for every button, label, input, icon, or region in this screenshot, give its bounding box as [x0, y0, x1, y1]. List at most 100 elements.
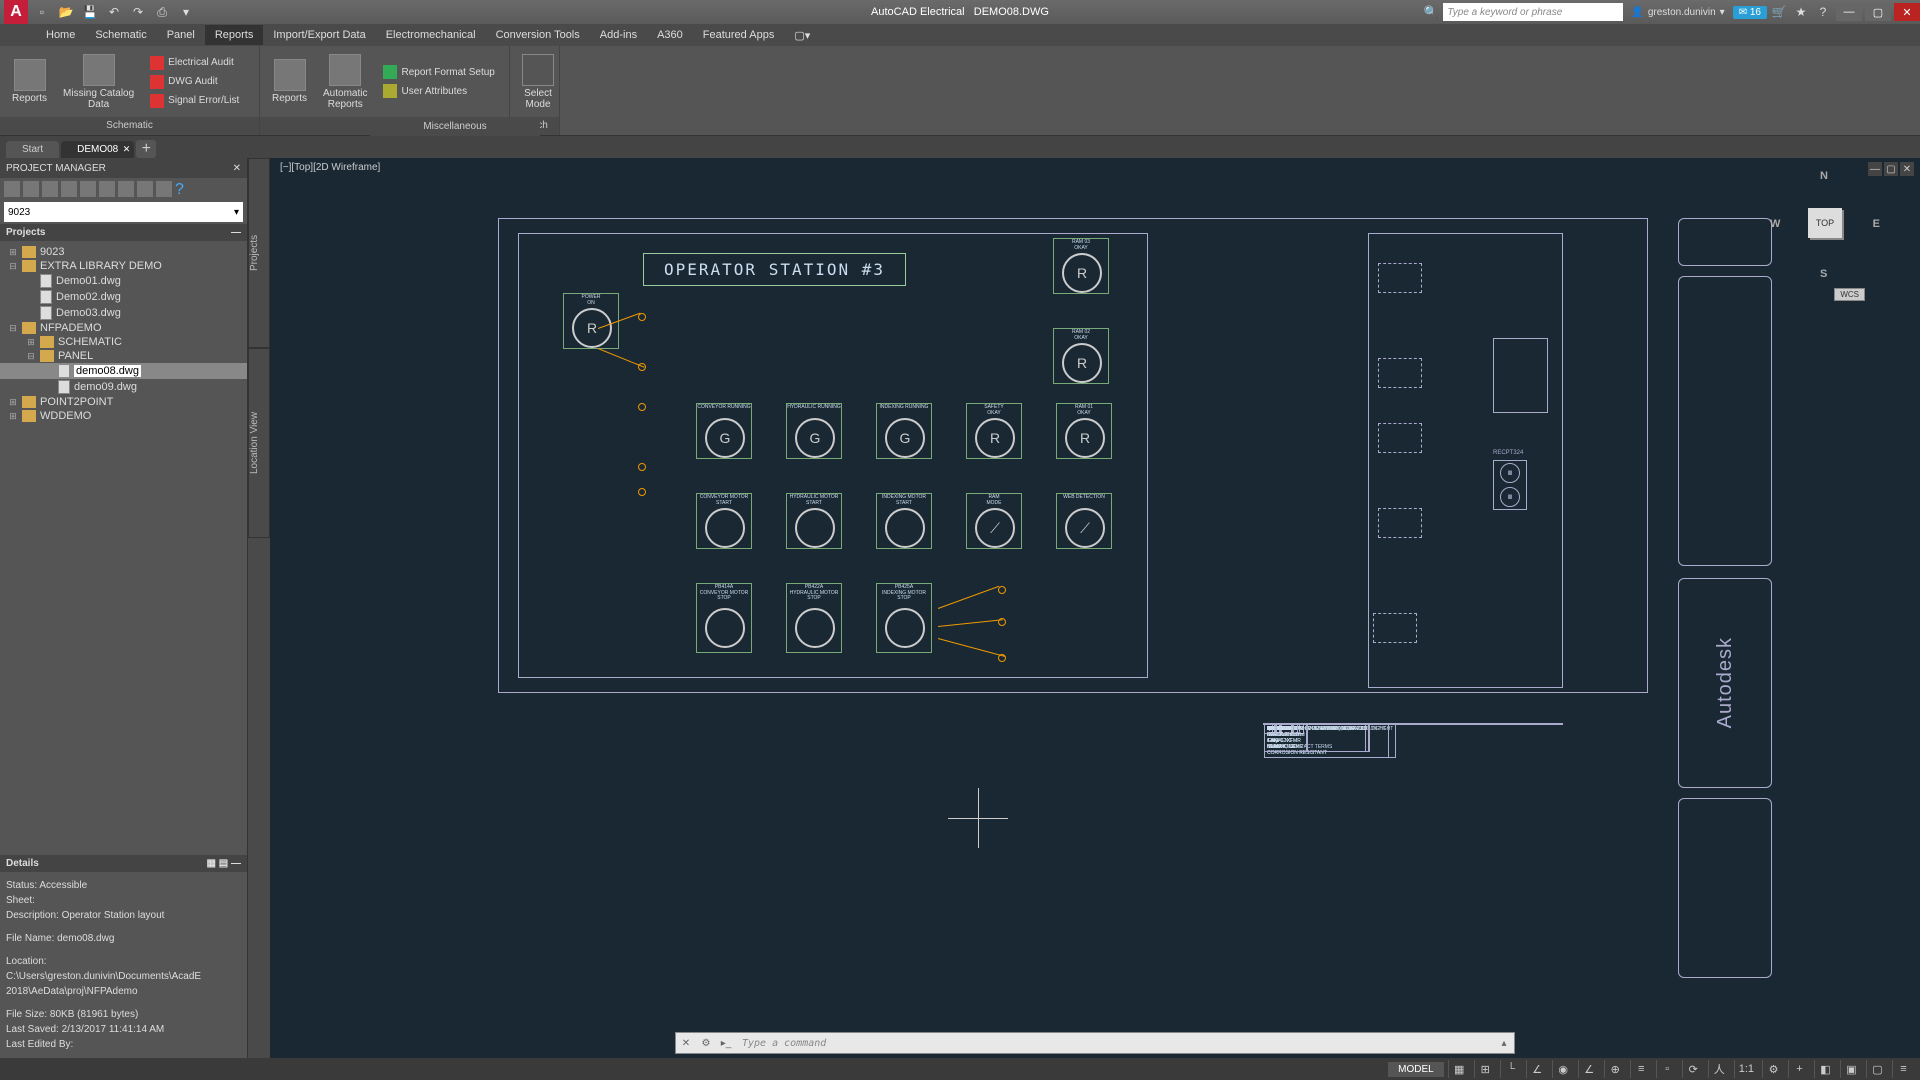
menu-schematic[interactable]: Schematic: [85, 25, 156, 45]
menu-conversion[interactable]: Conversion Tools: [486, 25, 590, 45]
user-badge[interactable]: 👤 greston.dunivin ▾: [1625, 7, 1730, 18]
pm-tool-9[interactable]: [156, 181, 172, 197]
pm-help-icon[interactable]: ?: [175, 181, 191, 197]
status-polar-icon[interactable]: ∠: [1526, 1060, 1548, 1078]
app-logo[interactable]: A: [4, 0, 28, 24]
status-cycle-icon[interactable]: ⟳: [1682, 1060, 1704, 1078]
maximize-button[interactable]: ▢: [1865, 3, 1891, 21]
menu-more-icon[interactable]: ▢▾: [784, 25, 820, 46]
pm-projects-section[interactable]: Projects—: [0, 224, 247, 241]
cmd-options-icon[interactable]: ⚙: [696, 1033, 716, 1053]
menu-featured[interactable]: Featured Apps: [693, 25, 785, 45]
minimize-button[interactable]: —: [1836, 3, 1862, 21]
qat-save-icon[interactable]: 💾: [80, 2, 100, 22]
status-grid-icon[interactable]: ▦: [1448, 1060, 1470, 1078]
cmd-expand-icon[interactable]: ▴: [1494, 1033, 1514, 1053]
command-line[interactable]: ✕ ⚙ ▸_ Type a command ▴: [675, 1032, 1515, 1054]
favorite-icon[interactable]: ★: [1791, 2, 1811, 22]
tree-item[interactable]: ⊞POINT2POINT: [0, 395, 247, 409]
menu-addins[interactable]: Add-ins: [590, 25, 647, 45]
report-format-button[interactable]: Report Format Setup: [379, 63, 498, 81]
tab-close-icon[interactable]: ✕: [123, 144, 131, 155]
menu-electromechanical[interactable]: Electromechanical: [376, 25, 486, 45]
status-plus-icon[interactable]: +: [1788, 1060, 1810, 1078]
qat-new-icon[interactable]: ▫: [32, 2, 52, 22]
pm-tool-3[interactable]: [42, 181, 58, 197]
help-icon[interactable]: ?: [1813, 2, 1833, 22]
status-osnap-icon[interactable]: ◉: [1552, 1060, 1574, 1078]
pm-tool-5[interactable]: [80, 181, 96, 197]
tree-item[interactable]: demo09.dwg: [0, 379, 247, 395]
reports-panel-button[interactable]: Reports: [268, 57, 311, 106]
search-icon[interactable]: 🔍: [1421, 2, 1441, 22]
close-button[interactable]: ✕: [1894, 3, 1920, 21]
status-trans-icon[interactable]: ▫: [1656, 1060, 1678, 1078]
missing-catalog-button[interactable]: Missing Catalog Data: [59, 52, 138, 112]
qat-redo-icon[interactable]: ↷: [128, 2, 148, 22]
search-input[interactable]: Type a keyword or phrase: [1443, 3, 1623, 21]
nav-top[interactable]: TOP: [1808, 208, 1842, 238]
status-iso-icon[interactable]: ◧: [1814, 1060, 1836, 1078]
status-hw-icon[interactable]: ▣: [1840, 1060, 1862, 1078]
status-custom-icon[interactable]: ≡: [1892, 1060, 1914, 1078]
qat-more-icon[interactable]: ▾: [176, 2, 196, 22]
project-tree[interactable]: ⊞9023⊟EXTRA LIBRARY DEMODemo01.dwgDemo02…: [0, 241, 247, 855]
vtab-projects[interactable]: Projects: [248, 158, 270, 348]
menu-a360[interactable]: A360: [647, 25, 693, 45]
add-tab-button[interactable]: +: [136, 140, 156, 158]
pm-tool-6[interactable]: [99, 181, 115, 197]
details-header[interactable]: Details▦ ▤ —: [0, 855, 247, 872]
status-lw-icon[interactable]: ≡: [1630, 1060, 1652, 1078]
menu-import-export[interactable]: Import/Export Data: [263, 25, 375, 45]
tree-item[interactable]: demo08.dwg: [0, 363, 247, 379]
user-attributes-button[interactable]: User Attributes: [379, 82, 498, 100]
pm-close-icon[interactable]: ✕: [233, 163, 241, 174]
status-ann-icon[interactable]: 人: [1708, 1060, 1730, 1078]
pm-project-combo[interactable]: 9023▾: [4, 202, 243, 222]
status-ortho-icon[interactable]: └: [1500, 1060, 1522, 1078]
nav-east[interactable]: E: [1873, 218, 1880, 230]
drawing-canvas[interactable]: [−][Top][2D Wireframe] — ▢ ✕ N S E W TOP…: [270, 158, 1920, 1058]
tree-item[interactable]: Demo03.dwg: [0, 305, 247, 321]
reports-schematic-button[interactable]: Reports: [8, 57, 51, 106]
pm-tool-1[interactable]: [4, 181, 20, 197]
viewport-max-icon[interactable]: ▢: [1884, 162, 1898, 176]
nav-south[interactable]: S: [1820, 268, 1827, 280]
tab-demo08[interactable]: DEMO08✕: [61, 141, 134, 158]
menu-home[interactable]: Home: [36, 25, 85, 45]
tree-item[interactable]: Demo02.dwg: [0, 289, 247, 305]
tree-item[interactable]: ⊞WDDEMO: [0, 409, 247, 423]
navigation-cube[interactable]: N S E W TOP: [1770, 170, 1880, 280]
tree-item[interactable]: Demo01.dwg: [0, 273, 247, 289]
tree-item[interactable]: ⊟NFPADEMO: [0, 321, 247, 335]
pm-tool-8[interactable]: [137, 181, 153, 197]
nav-north[interactable]: N: [1820, 170, 1828, 182]
viewport-label[interactable]: [−][Top][2D Wireframe]: [276, 158, 384, 177]
notification-badge[interactable]: ✉ 16: [1733, 6, 1767, 19]
vtab-location[interactable]: Location View: [248, 348, 270, 538]
viewport-close-icon[interactable]: ✕: [1900, 162, 1914, 176]
cmd-close-icon[interactable]: ✕: [676, 1033, 696, 1053]
pm-tool-7[interactable]: [118, 181, 134, 197]
tab-start[interactable]: Start: [6, 141, 59, 158]
electrical-audit-button[interactable]: Electrical Audit: [146, 54, 243, 72]
status-snap-icon[interactable]: ⊞: [1474, 1060, 1496, 1078]
menu-panel[interactable]: Panel: [157, 25, 205, 45]
select-mode-button[interactable]: Select Mode: [518, 52, 558, 112]
cart-icon[interactable]: 🛒: [1769, 2, 1789, 22]
pm-tool-4[interactable]: [61, 181, 77, 197]
tree-item[interactable]: ⊞SCHEMATIC: [0, 335, 247, 349]
automatic-reports-button[interactable]: Automatic Reports: [319, 52, 371, 112]
qat-undo-icon[interactable]: ↶: [104, 2, 124, 22]
dwg-audit-button[interactable]: DWG Audit: [146, 73, 243, 91]
signal-error-button[interactable]: Signal Error/List: [146, 92, 243, 110]
qat-open-icon[interactable]: 📂: [56, 2, 76, 22]
status-scale[interactable]: 1:1: [1734, 1060, 1758, 1078]
menu-reports[interactable]: Reports: [205, 25, 264, 45]
model-space-button[interactable]: MODEL: [1388, 1062, 1444, 1077]
nav-west[interactable]: W: [1770, 218, 1780, 230]
cmd-input[interactable]: Type a command: [736, 1038, 1494, 1049]
status-gear-icon[interactable]: ⚙: [1762, 1060, 1784, 1078]
qat-print-icon[interactable]: ⎙: [152, 2, 172, 22]
pm-tool-2[interactable]: [23, 181, 39, 197]
